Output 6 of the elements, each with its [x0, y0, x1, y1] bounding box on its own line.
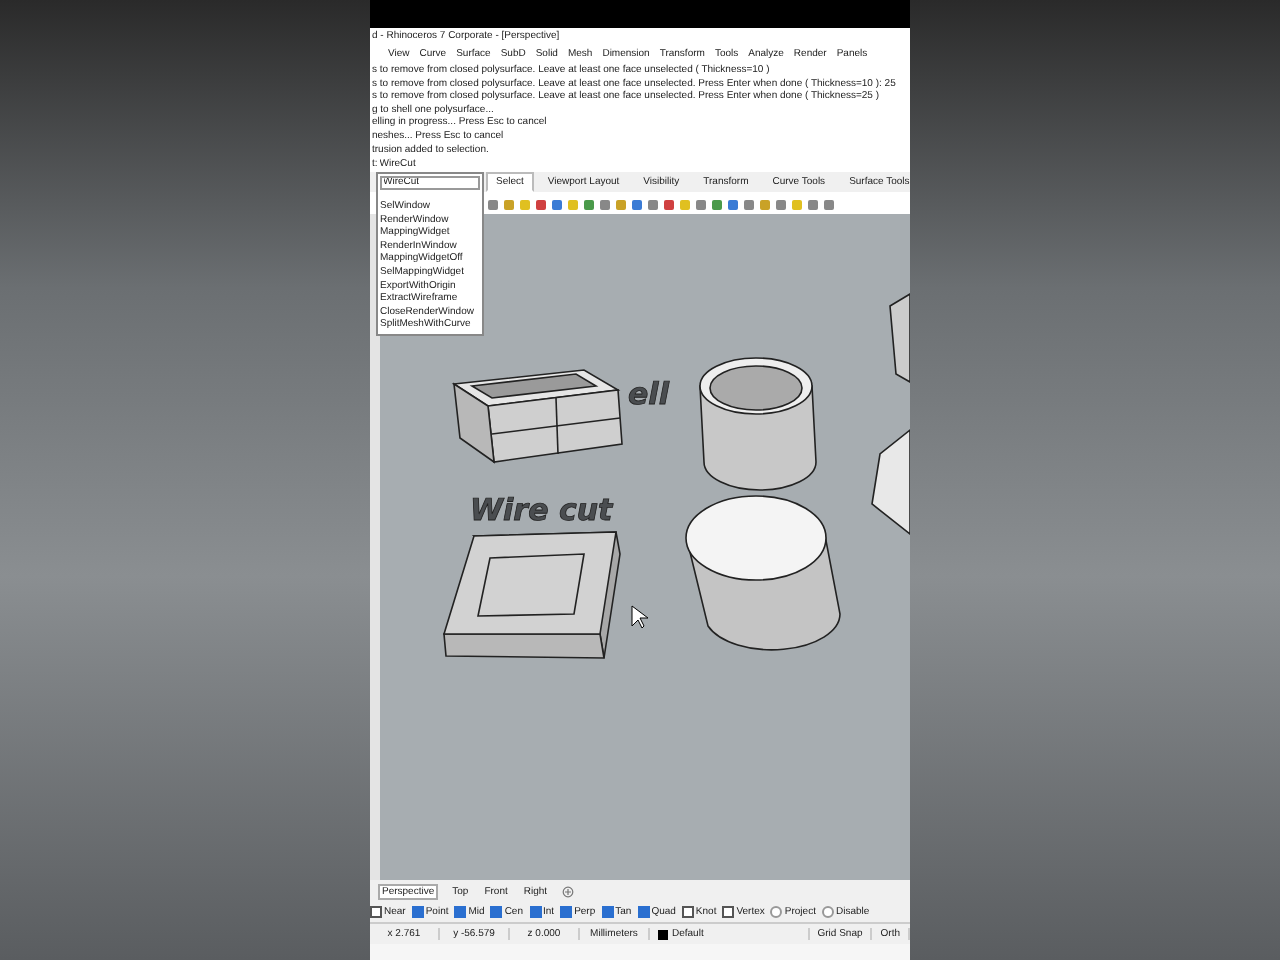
- layer-swatch: [658, 929, 668, 939]
- hollow-cylinder-drawing: [699, 357, 817, 491]
- extruded-text: Wire cut: [470, 492, 613, 528]
- add-icon[interactable]: [561, 885, 574, 897]
- extruded-text: ell: [628, 376, 669, 412]
- cursor-icon: [631, 605, 649, 629]
